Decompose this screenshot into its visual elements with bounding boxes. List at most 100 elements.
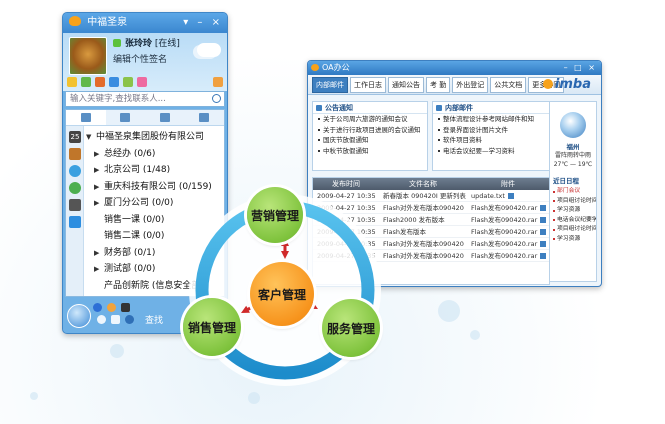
avatar[interactable] — [69, 37, 107, 75]
window-controls[interactable]: ▾ – × — [183, 13, 223, 33]
space-icon[interactable] — [81, 77, 91, 87]
user-name-line: 张玲玲 [在线] — [125, 36, 180, 49]
online-status-icon[interactable] — [113, 39, 121, 47]
im-window: 中福圣泉 ▾ – × 张玲玲 [在线] 编辑个性签名 输入关键字,查找联系人..… — [62, 12, 228, 334]
decor-dot — [438, 300, 460, 322]
collapsed-arrow-icon[interactable]: ▶ — [94, 261, 104, 278]
download-icon[interactable] — [540, 205, 547, 211]
nav-tab[interactable]: 通知公告 — [388, 76, 424, 93]
schedule-item[interactable]: 学习资源 — [550, 206, 596, 216]
doc-time: 2009-04-27 10:35 — [313, 238, 379, 249]
nav-tab[interactable]: 考 勤 — [426, 76, 451, 93]
weather-temp: 27℃ — 19℃ — [553, 161, 593, 168]
mail-item[interactable]: 软件项目资料 — [433, 135, 549, 146]
tab-groups[interactable] — [106, 110, 146, 125]
table-row[interactable]: 2009-04-27 10:35 Flash发布版本 Flash发布090420.r… — [313, 226, 549, 238]
node-customer[interactable]: 客户管理 — [250, 262, 314, 326]
tree-node[interactable]: 产品创新院 (信息安全部) — [86, 278, 222, 295]
collapsed-arrow-icon[interactable]: ▶ — [94, 179, 104, 196]
doc-attachment[interactable]: Flash发布090420.rar — [467, 202, 549, 213]
table-row[interactable]: 2009-04-27 10:35 Flash对外发布版本090420 Flash发布… — [313, 202, 549, 214]
pet-icon[interactable] — [95, 77, 105, 87]
tree-node[interactable]: 销售二课 (0/0) — [86, 228, 222, 245]
collapsed-arrow-icon[interactable]: ▶ — [94, 146, 104, 163]
node-service[interactable]: 服务管理 — [322, 299, 380, 357]
globe-icon[interactable] — [69, 165, 81, 177]
camera-icon[interactable] — [69, 199, 81, 211]
decor-dot — [470, 330, 480, 340]
nav-tab[interactable]: 公共文档 — [490, 76, 527, 93]
settings-icon[interactable] — [97, 315, 106, 324]
music-icon[interactable] — [109, 77, 119, 87]
tab-discussions[interactable] — [145, 110, 185, 125]
notice-item[interactable]: 中秋节放假通知 — [313, 146, 427, 157]
schedule-item[interactable]: 项目组讨论时间 — [550, 197, 596, 207]
skin-icon[interactable] — [213, 77, 223, 87]
mail-item[interactable]: 登录界面设计图片文件 — [433, 125, 549, 136]
schedule-item[interactable]: 部门会议 — [550, 187, 596, 197]
contact-search-input[interactable]: 输入关键字,查找联系人... — [65, 91, 225, 107]
notice-item[interactable]: 关于公司周六旅游的通知会议 — [313, 114, 427, 125]
schedule-item[interactable]: 学习资源 — [550, 235, 596, 245]
collapsed-arrow-icon[interactable]: ▶ — [94, 245, 104, 262]
doc-attachment[interactable]: Flash发布090420.rar — [467, 250, 549, 261]
expanded-arrow-icon[interactable]: ▼ — [86, 129, 96, 146]
doc-attachment[interactable]: Flash发布090420.rar — [467, 238, 549, 249]
calendar-icon[interactable]: 25 — [69, 131, 81, 143]
tree-node[interactable]: ▶ 测试部 (0/0) — [86, 261, 222, 278]
notebook-icon[interactable] — [69, 148, 81, 160]
tree-node[interactable]: 销售一课 (0/0) — [86, 212, 222, 229]
tree-node[interactable]: ▶ 重庆科技有限公司 (0/159) — [86, 179, 222, 196]
download-icon[interactable] — [540, 229, 547, 235]
node-sales[interactable]: 销售管理 — [183, 298, 241, 356]
download-icon[interactable] — [540, 253, 547, 259]
paw-icon[interactable] — [93, 303, 102, 312]
download-icon[interactable] — [540, 217, 547, 223]
table-row[interactable]: 2009-04-27 10:35 Flash对外发布版本090420 Flash发布… — [313, 250, 549, 262]
schedule-item[interactable]: 项目组讨论时间 — [550, 225, 596, 235]
mail-icon[interactable] — [67, 77, 77, 87]
nav-tab[interactable]: 工作日志 — [350, 76, 386, 93]
collapsed-arrow-icon[interactable]: ▶ — [94, 162, 104, 179]
game-icon[interactable] — [123, 77, 133, 87]
mail-item[interactable]: 电话会议纪要—学习资料 — [433, 146, 549, 157]
app-box-icon[interactable] — [107, 303, 116, 312]
collapsed-arrow-icon[interactable]: ▶ — [94, 195, 104, 212]
tab-recent[interactable] — [185, 110, 225, 125]
notice-item[interactable]: 国庆节放假通知 — [313, 135, 427, 146]
search-icon[interactable] — [212, 94, 221, 103]
doc-attachment[interactable]: update.txt — [467, 190, 549, 201]
tab-contacts[interactable] — [66, 110, 106, 125]
nav-tab[interactable]: 内部邮件 — [312, 76, 348, 93]
table-row[interactable]: 2009-04-27 10:35 Flash2000 发布版本 Flash发布090… — [313, 214, 549, 226]
node-marketing[interactable]: 营销管理 — [247, 187, 303, 243]
tree-node[interactable]: ▶ 北京公司 (1/48) — [86, 162, 222, 179]
nav-tab[interactable]: 外出登记 — [452, 76, 489, 93]
gift-icon[interactable] — [137, 77, 147, 87]
footer-search-button[interactable]: 查找 — [145, 313, 163, 326]
download-icon[interactable] — [540, 241, 547, 247]
doc-attachment[interactable]: Flash发布090420.rar — [467, 226, 549, 237]
mail-item[interactable]: 整体流程设计参考网站邮件和知 — [433, 114, 549, 125]
schedule-item[interactable]: 电话会议纪要学习资料 — [550, 216, 596, 226]
file-icon[interactable] — [121, 303, 130, 312]
table-row[interactable]: 2009-04-27 10:35 新春版本 090420I 更新列表 update.… — [313, 190, 549, 202]
oa-window: OA办公 – □ × 内部邮件工作日志通知公告考 勤外出登记公共文档更多协同 i… — [307, 60, 602, 287]
weather-cloud-icon[interactable] — [197, 43, 221, 57]
oa-window-controls[interactable]: – □ × — [564, 61, 597, 75]
download-icon[interactable] — [507, 193, 514, 199]
tree-node[interactable]: ▶ 总经办 (0/6) — [86, 146, 222, 163]
add-app-icon[interactable] — [69, 216, 81, 228]
message-manager-icon[interactable] — [125, 315, 134, 324]
sound-icon[interactable] — [111, 315, 120, 324]
tree-node[interactable]: ▼ 中福圣泉集团股份有限公司 — [86, 129, 222, 146]
signature[interactable]: 编辑个性签名 — [113, 52, 167, 65]
doc-attachment[interactable]: Flash发布090420.rar — [467, 214, 549, 225]
table-row[interactable]: 2009-04-27 10:35 Flash对外发布版本090420 Flash发布… — [313, 238, 549, 250]
tree-node-label: 销售二课 (0/0) — [104, 231, 165, 241]
main-menu-icon[interactable] — [67, 304, 91, 328]
tree-node[interactable]: ▶ 厦门分公司 (0/0) — [86, 195, 222, 212]
notice-item[interactable]: 关于进行行政项目进展的会议通知 — [313, 125, 427, 136]
tree-node[interactable]: ▶ 财务部 (0/1) — [86, 245, 222, 262]
refresh-icon[interactable] — [69, 182, 81, 194]
